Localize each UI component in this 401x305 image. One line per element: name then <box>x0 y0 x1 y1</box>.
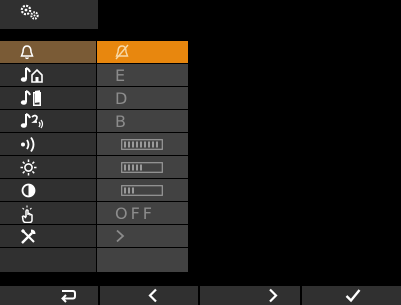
note-house-icon <box>20 67 43 83</box>
bottom-navigation-bar <box>0 286 401 305</box>
sound-waves-icon <box>21 136 35 153</box>
back-button[interactable] <box>0 286 98 305</box>
menu-row-icon-cell <box>0 133 96 155</box>
confirm-button[interactable] <box>302 286 401 305</box>
bell-icon <box>20 45 34 60</box>
header-bar <box>0 0 98 29</box>
menu-row-value: E <box>115 66 127 85</box>
menu-value-column-filler <box>97 248 188 272</box>
menu-row-intercom-tone[interactable]: B <box>0 110 188 132</box>
menu-row-value: D <box>115 89 129 108</box>
menu-row-icon-cell <box>0 179 96 201</box>
menu-row-door-call-tone[interactable]: D <box>0 87 188 109</box>
menu-row-ringtone-settings[interactable] <box>0 41 188 63</box>
menu-icon-column-filler <box>0 248 96 272</box>
chevron-right-icon <box>269 288 278 303</box>
menu-row-icon-cell <box>0 87 96 109</box>
menu-row-value-cell <box>97 41 188 63</box>
note-door-icon <box>20 90 41 106</box>
menu-row-icon-cell <box>0 41 96 63</box>
chevron-left-icon <box>148 288 157 303</box>
checkmark-icon <box>345 289 361 303</box>
menu-row-value-cell <box>97 225 188 247</box>
menu-row-icon-cell <box>0 202 96 224</box>
level-bar-full-icon <box>121 139 163 150</box>
menu-row-floor-call-tone[interactable]: E <box>0 64 188 86</box>
menu-row-icon-cell <box>0 64 96 86</box>
return-arrow-icon <box>61 290 76 303</box>
settings-menu: E D B OFF <box>0 41 188 272</box>
menu-row-value-cell: OFF <box>97 202 188 224</box>
menu-row-value: B <box>115 112 127 131</box>
chevron-right-icon <box>116 229 125 243</box>
previous-button[interactable] <box>100 286 198 305</box>
level-bar-half-icon <box>121 162 163 173</box>
menu-row-icon-cell <box>0 156 96 178</box>
menu-row-value-cell <box>97 133 188 155</box>
touch-hand-icon <box>21 205 33 223</box>
menu-row-brightness[interactable] <box>0 156 188 178</box>
next-button[interactable] <box>200 286 300 305</box>
bell-muted-icon <box>115 44 129 60</box>
tools-icon <box>20 228 36 244</box>
menu-row-value-cell: D <box>97 87 188 109</box>
menu-row-icon-cell <box>0 225 96 247</box>
note-intercom-icon <box>20 113 44 129</box>
level-bar-low-icon <box>121 185 163 196</box>
menu-row-value-cell <box>97 156 188 178</box>
sun-icon <box>20 159 37 176</box>
menu-row-advanced-settings[interactable] <box>0 225 188 247</box>
menu-row-contrast[interactable] <box>0 179 188 201</box>
menu-row-key-tone[interactable]: OFF <box>0 202 188 224</box>
menu-row-icon-cell <box>0 110 96 132</box>
menu-row-value-cell: E <box>97 64 188 86</box>
menu-row-value-cell <box>97 179 188 201</box>
contrast-icon <box>21 183 36 198</box>
settings-gears-icon <box>20 4 39 20</box>
menu-row-ring-volume[interactable] <box>0 133 188 155</box>
menu-row-value: OFF <box>115 204 155 223</box>
menu-row-value-cell: B <box>97 110 188 132</box>
